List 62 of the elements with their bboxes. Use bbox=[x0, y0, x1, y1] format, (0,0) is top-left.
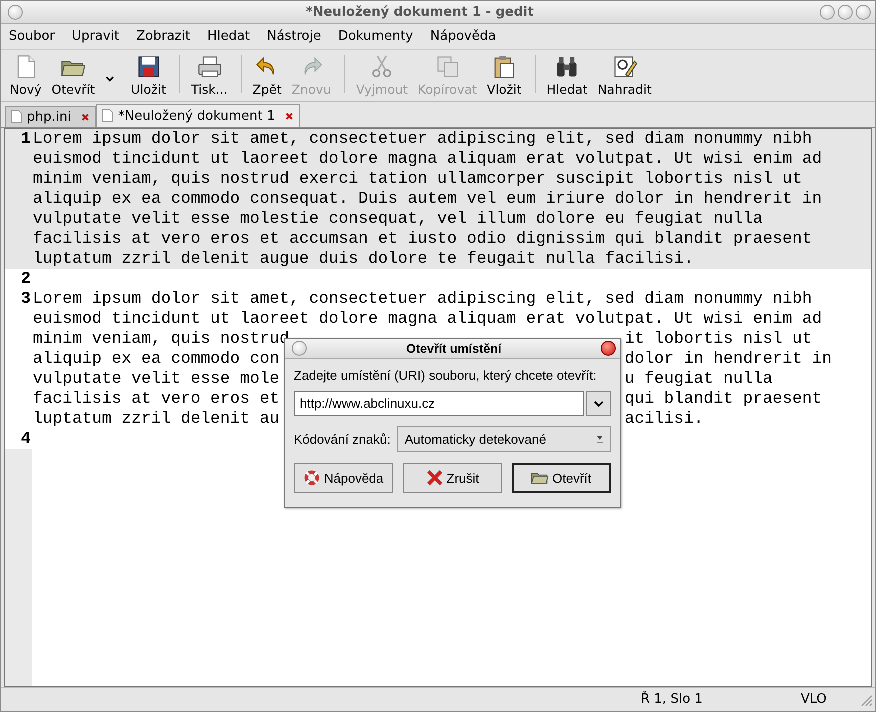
menu-item[interactable]: Upravit bbox=[66, 27, 126, 46]
toolbar-button[interactable]: Zpět bbox=[250, 54, 285, 99]
menu-item[interactable]: Zobrazit bbox=[130, 27, 196, 46]
cross-icon bbox=[426, 469, 444, 487]
line-number: 2 bbox=[20, 269, 32, 289]
toolbar-button[interactable]: Vložit bbox=[484, 54, 525, 99]
menu-item[interactable]: Nápověda bbox=[424, 27, 502, 46]
dialog-button[interactable]: Otevřít bbox=[512, 463, 611, 493]
menu-item[interactable]: Hledat bbox=[201, 27, 256, 46]
cursor-position: Ř 1, Slo 1 bbox=[641, 692, 704, 707]
tab[interactable]: php.ini bbox=[5, 106, 96, 127]
tab[interactable]: *Neuložený dokument 1 bbox=[96, 104, 300, 127]
text-line: it lobortis nisl ut bbox=[624, 329, 812, 349]
dialog-title: Otevřít umístění bbox=[405, 342, 503, 356]
close-button[interactable] bbox=[601, 341, 616, 356]
text-line: euismod tincidunt ut laoreet dolore magna aliquam erat volutpat. Ut wisi enim ad bbox=[33, 309, 822, 329]
copy-icon bbox=[434, 54, 461, 80]
text-line: aliquip ex ea commodo con bbox=[33, 349, 280, 369]
dialog-button[interactable]: Nápověda bbox=[294, 463, 393, 493]
text-line: Lorem ipsum dolor sit amet, consectetuer adipiscing elit, sed diam nonummy nibh bbox=[33, 289, 812, 309]
line-number: 3 bbox=[20, 289, 32, 310]
encoding-label: Kódování znaků: bbox=[294, 432, 391, 446]
window-menu-button[interactable] bbox=[292, 341, 307, 356]
caret-icon bbox=[596, 434, 604, 444]
close-icon[interactable] bbox=[285, 112, 294, 120]
line-number: 4 bbox=[20, 429, 32, 449]
dropdown-button[interactable] bbox=[586, 391, 611, 416]
text-line: acilisi. bbox=[624, 409, 704, 429]
toolbar-button[interactable]: Nahradit bbox=[594, 54, 655, 99]
close-icon[interactable] bbox=[81, 112, 90, 122]
toolbar-button[interactable]: Otevřít bbox=[48, 54, 98, 99]
text-line: luptatum zzril delenit au bbox=[33, 409, 280, 429]
resize-grip-icon bbox=[859, 692, 873, 706]
text-line: facilisis at vero eros et bbox=[33, 389, 280, 409]
encoding-dropdown[interactable]: Automaticky detekované bbox=[396, 426, 611, 452]
lifebuoy-icon bbox=[303, 469, 322, 487]
minimize-button[interactable] bbox=[820, 4, 835, 20]
printer-icon bbox=[196, 54, 223, 80]
window-title: *Neuložený dokument 1 - gedit bbox=[305, 4, 535, 20]
text-line: vulputate velit esse mole bbox=[33, 369, 280, 389]
location-field[interactable]: http://www.abclinuxu.cz bbox=[294, 391, 584, 416]
menu-item[interactable]: Dokumenty bbox=[332, 27, 420, 46]
menu-item[interactable]: Soubor bbox=[3, 27, 61, 46]
menu-item[interactable]: Nástroje bbox=[261, 27, 328, 46]
document-icon bbox=[102, 109, 114, 123]
replace-pencil-icon bbox=[612, 54, 638, 80]
dialog-button[interactable]: Zrušit bbox=[403, 463, 502, 493]
insert-mode: VLO bbox=[801, 692, 827, 707]
toolbar-button[interactable]: Uložit bbox=[128, 54, 170, 99]
text-line: dolor in hendrerit in bbox=[624, 349, 832, 369]
toolbar-button[interactable]: Hledat bbox=[544, 54, 591, 99]
prompt-label: Zadejte umístění (URI) souboru, který chcete otevřít: bbox=[294, 368, 598, 383]
line-number: 1 bbox=[20, 129, 32, 150]
toolbar-button[interactable]: Tisk... bbox=[188, 54, 231, 99]
toolbar-button[interactable]: Nový bbox=[7, 54, 45, 99]
maximize-button[interactable] bbox=[838, 4, 853, 20]
chevron-down-icon bbox=[105, 74, 116, 84]
text-paragraph: Lorem ipsum dolor sit amet, consectetuer adipiscing elit, sed diam nonummy nibh euismod tincidunt ut laoreet dolore magna aliquam erat volutpat. Ut wisi enim ad minim veniam, quis nostrud exerci tation ullamcorper suscipit lobortis nisl ut aliquip ex ea commodo consequat. Duis autem vel eum iriure dolor in hendrerit in vulputate velit esse molestie consequat, vel illum dolore eu feugiat nulla facilisis at vero eros et accumsan et iusto odio dignissim qui blandit praesent luptatum zzril delenit augue duis dolore te feugait nulla facilisi. bbox=[32, 129, 824, 269]
text-line: qui blandit praesent bbox=[624, 389, 822, 409]
text-line: u feugiat nulla bbox=[624, 369, 773, 389]
document-icon bbox=[11, 110, 23, 124]
window-menu-button[interactable] bbox=[8, 4, 23, 20]
